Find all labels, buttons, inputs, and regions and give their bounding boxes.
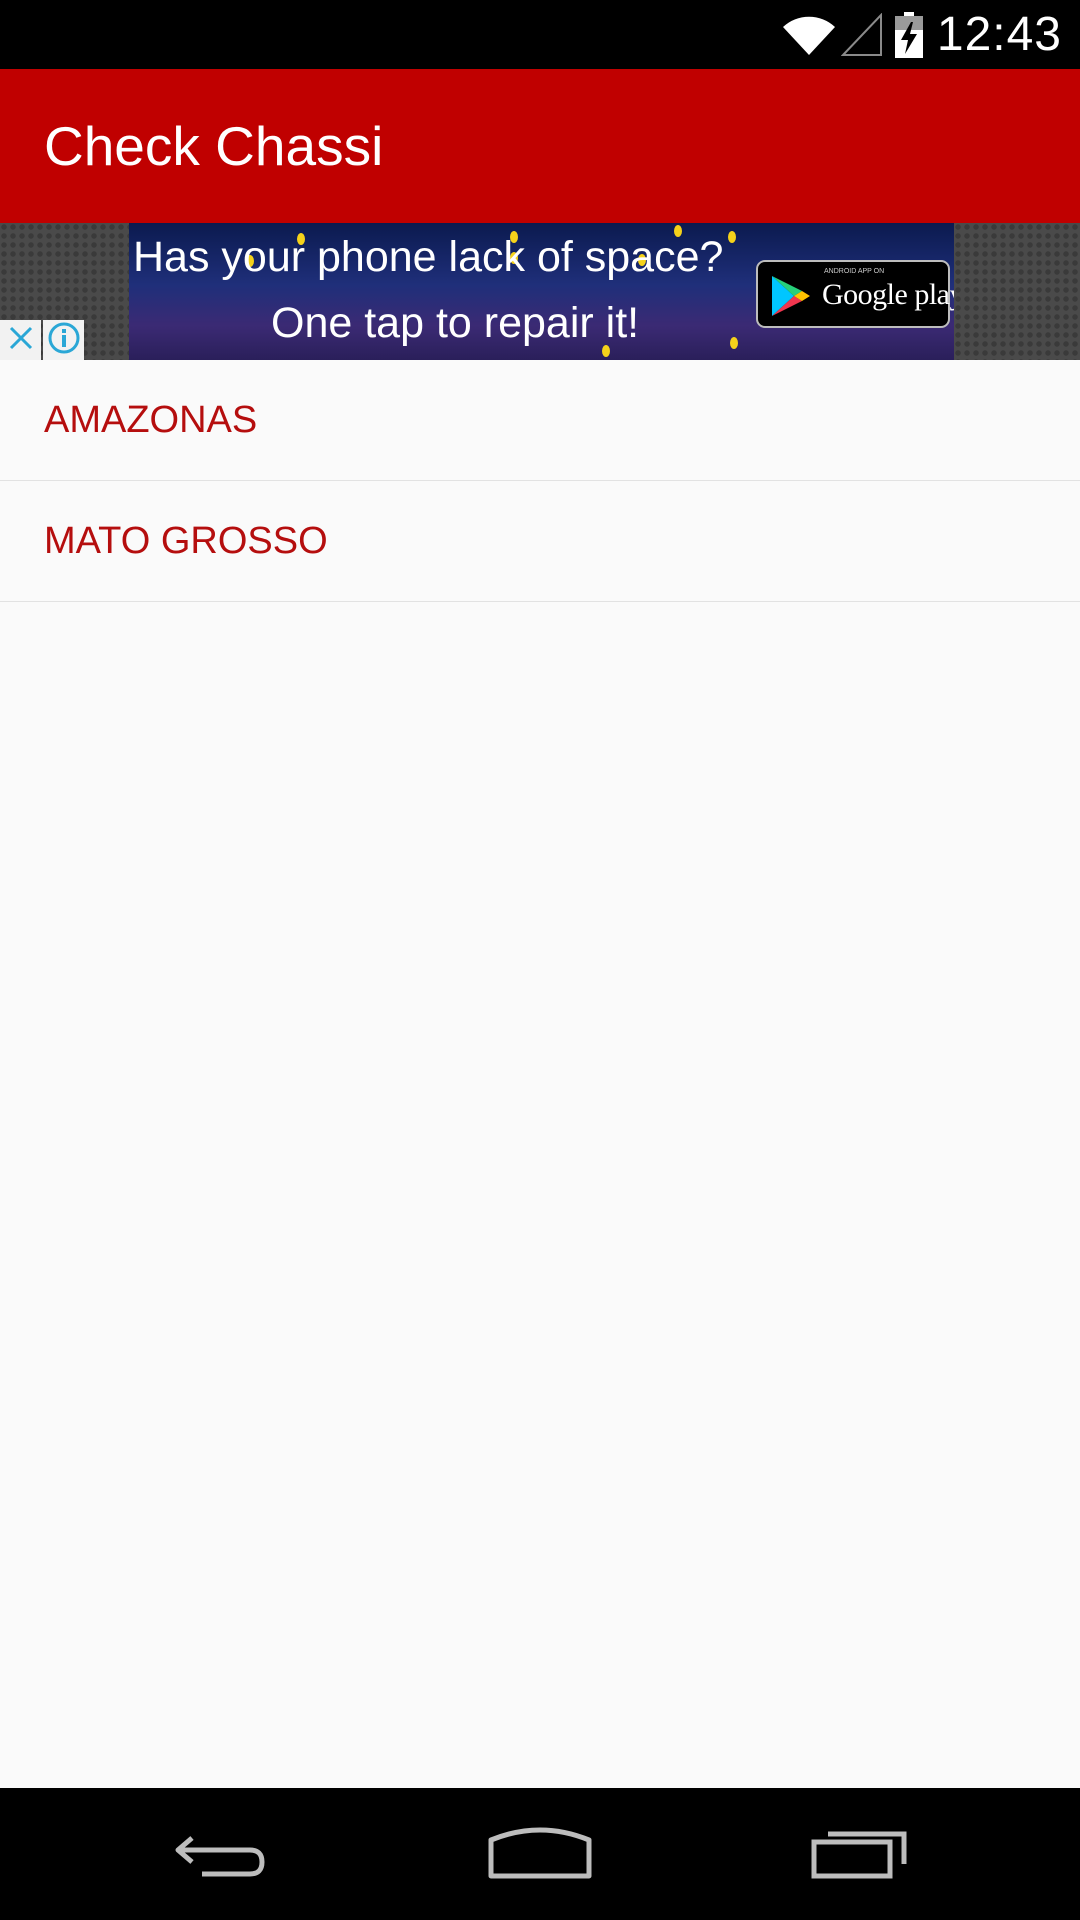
google-play-badge[interactable]: ANDROID APP ON Google play (756, 260, 954, 328)
google-play-logo-icon (770, 274, 812, 323)
info-icon (48, 322, 80, 359)
ad-headline: Has your phone lack of space? (133, 233, 724, 281)
ad-area: Has your phone lack of space? One tap to… (0, 223, 1080, 360)
nav-bar (0, 1788, 1080, 1920)
wifi-icon (781, 13, 837, 57)
state-list: AMAZONAS MATO GROSSO (0, 360, 1080, 602)
close-icon (8, 325, 34, 356)
status-time: 12:43 (936, 8, 1062, 61)
cell-signal-icon (840, 12, 883, 57)
app-title: Check Chassi (44, 115, 384, 177)
battery-charging-icon (894, 11, 923, 58)
back-button[interactable] (120, 1788, 320, 1920)
back-icon (172, 1824, 268, 1885)
recent-apps-button[interactable] (760, 1788, 960, 1920)
ad-close-button[interactable] (0, 320, 41, 360)
list-item-label: AMAZONAS (44, 399, 258, 441)
ad-banner[interactable]: Has your phone lack of space? One tap to… (129, 223, 954, 360)
screen: 12:43 Check Chassi Has your phone lack o… (0, 0, 1080, 1920)
ad-info-button[interactable] (43, 320, 84, 360)
google-play-badge-text: Google play (822, 278, 954, 311)
home-button[interactable] (440, 1788, 640, 1920)
status-bar: 12:43 (0, 0, 1080, 69)
home-icon (487, 1824, 593, 1885)
recent-apps-icon (810, 1824, 910, 1885)
status-icons: 12:43 (781, 0, 1062, 69)
app-bar: Check Chassi (0, 69, 1080, 223)
ad-subline: One tap to repair it! (271, 299, 640, 347)
list-item-label: MATO GROSSO (44, 520, 328, 562)
google-play-badge-caption: ANDROID APP ON (824, 268, 885, 275)
list-item[interactable]: AMAZONAS (0, 360, 1080, 481)
list-item[interactable]: MATO GROSSO (0, 481, 1080, 602)
